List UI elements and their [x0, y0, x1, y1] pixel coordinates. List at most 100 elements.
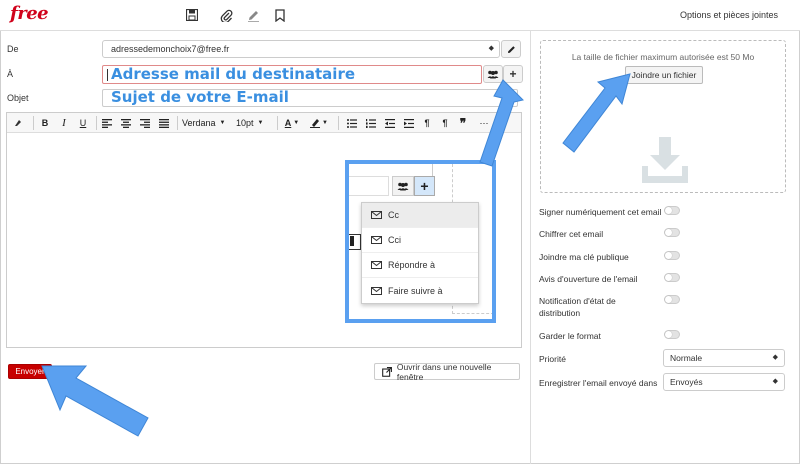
chevron-down-icon: ▼: [293, 120, 300, 126]
annotation-arrow-send: [41, 365, 149, 437]
chevron-down-icon: ▼: [219, 120, 226, 126]
options-attachments-link[interactable]: Options et pièces jointes: [680, 10, 778, 20]
save-sent-value: Envoyés: [670, 377, 703, 387]
from-select[interactable]: adressedemonchoix7@free.fr ◆: [102, 40, 500, 58]
menu-item-cc[interactable]: Cc: [362, 203, 478, 228]
open-new-window-label: Ouvrir dans une nouvelle fenêtre: [396, 361, 492, 382]
zoom-to-input: [349, 176, 389, 196]
option-keep-format-label: Garder le format: [539, 331, 601, 341]
toolbar-divider: [33, 116, 34, 130]
subject-label: Objet: [7, 93, 29, 103]
annotation-arrow-attach: [562, 73, 631, 153]
menu-item-forward-to[interactable]: Faire suivre à: [362, 278, 478, 303]
option-public-key-toggle[interactable]: [664, 251, 680, 260]
to-value: Adresse mail du destinataire: [111, 65, 356, 83]
zoom-border-line: [432, 164, 433, 176]
font-family-value: Verdana: [182, 118, 216, 128]
highlighter-icon: [310, 119, 321, 128]
font-size-value: 10pt: [236, 118, 254, 128]
pen-icon[interactable]: [246, 8, 260, 22]
rtl-direction-icon[interactable]: ¶: [438, 116, 452, 130]
envelope-icon: [371, 286, 382, 295]
source-code-icon[interactable]: [11, 116, 25, 130]
subject-input[interactable]: Sujet de votre E-mail: [102, 88, 518, 107]
option-delivery-status-label: Notification d'état de distribution: [539, 296, 616, 318]
align-right-icon[interactable]: [138, 116, 152, 130]
chevron-down-icon: ▼: [322, 120, 328, 126]
text-color-button[interactable]: A ▼: [282, 116, 302, 130]
save-sent-label: Enregistrer l'email envoyé dans: [539, 378, 658, 388]
option-public-key-label: Joindre ma clé publique: [539, 252, 629, 262]
indent-icon[interactable]: [402, 116, 416, 130]
highlight-color-button[interactable]: ▼: [308, 116, 330, 130]
zoom-callout: + Cc Cci Répondre à Faire suivre à: [345, 160, 496, 323]
external-link-icon: [382, 366, 392, 377]
save-icon[interactable]: [185, 8, 199, 22]
top-bar: free Options et pièces jointes: [0, 0, 800, 31]
select-caret-icon: ◆: [772, 378, 778, 385]
priority-value: Normale: [670, 353, 703, 363]
editor-toolbar: B I U Verdana ▼ 10pt ▼ A ▼ ▼ ¶ ¶ ❞ ⋯: [7, 113, 521, 133]
justify-icon[interactable]: [157, 116, 171, 130]
numbered-list-icon[interactable]: [364, 116, 378, 130]
align-center-icon[interactable]: [119, 116, 133, 130]
menu-item-label: Répondre à: [388, 260, 436, 270]
zoom-add-recipient-button[interactable]: +: [414, 176, 435, 196]
toolbar-divider: [96, 116, 97, 130]
priority-select[interactable]: Normale ◆: [663, 349, 785, 367]
edit-sender-button[interactable]: [501, 40, 521, 58]
select-caret-icon: ◆: [488, 45, 494, 52]
menu-item-reply-to[interactable]: Répondre à: [362, 253, 478, 278]
save-sent-select[interactable]: Envoyés ◆: [663, 373, 785, 391]
outdent-icon[interactable]: [383, 116, 397, 130]
option-read-receipt-label: Avis d'ouverture de l'email: [539, 274, 638, 284]
paperclip-icon[interactable]: [219, 8, 233, 22]
menu-item-label: Cci: [388, 235, 401, 245]
menu-item-bcc[interactable]: Cci: [362, 228, 478, 253]
option-delivery-status-toggle[interactable]: [664, 295, 680, 304]
select-caret-icon: ◆: [772, 354, 778, 361]
option-sign-label: Signer numériquement cet email: [539, 207, 662, 217]
option-encrypt-toggle[interactable]: [664, 228, 680, 237]
font-size-select[interactable]: 10pt ▼: [236, 116, 272, 130]
recipient-type-menu: Cc Cci Répondre à Faire suivre à: [361, 202, 479, 304]
priority-label: Priorité: [539, 354, 566, 364]
underline-button[interactable]: U: [76, 116, 90, 130]
max-size-note: La taille de fichier maximum autorisée e…: [571, 52, 755, 62]
envelope-icon: [371, 261, 382, 269]
free-logo: free: [10, 3, 49, 24]
contacts-icon: [397, 182, 409, 190]
chevron-down-icon: ▼: [257, 120, 264, 126]
option-read-receipt-toggle[interactable]: [664, 273, 680, 282]
italic-button[interactable]: I: [57, 116, 71, 130]
menu-item-label: Faire suivre à: [388, 285, 443, 296]
download-icon: [642, 137, 688, 183]
option-sign-toggle[interactable]: [664, 206, 680, 215]
option-encrypt-label: Chiffrer cet email: [539, 229, 604, 239]
bullet-list-icon[interactable]: [345, 116, 359, 130]
annotation-arrow-plus: [479, 79, 524, 167]
panel-divider: [530, 31, 531, 464]
zoom-contacts-button: [392, 176, 414, 196]
blockquote-icon[interactable]: ❞: [456, 116, 470, 130]
envelope-icon: [371, 211, 382, 219]
zoom-partial-control: [349, 234, 361, 250]
text-cursor: [107, 69, 108, 81]
toolbar-divider: [338, 116, 339, 130]
to-input[interactable]: Adresse mail du destinataire: [102, 65, 482, 84]
bold-button[interactable]: B: [38, 116, 52, 130]
text-color-label: A: [284, 118, 292, 128]
font-family-select[interactable]: Verdana ▼: [182, 116, 232, 130]
option-keep-format-toggle[interactable]: [664, 330, 680, 339]
subject-value: Sujet de votre E-mail: [111, 88, 289, 106]
align-left-icon[interactable]: [100, 116, 114, 130]
bookmark-icon[interactable]: [273, 8, 287, 22]
toolbar-divider: [277, 116, 278, 130]
from-value: adressedemonchoix7@free.fr: [111, 44, 230, 54]
pencil-icon: [507, 45, 515, 53]
envelope-icon: [371, 236, 382, 244]
open-new-window-button[interactable]: Ouvrir dans une nouvelle fenêtre: [374, 361, 520, 382]
toolbar-divider: [177, 116, 178, 130]
from-label: De: [7, 44, 19, 54]
ltr-direction-icon[interactable]: ¶: [420, 116, 434, 130]
